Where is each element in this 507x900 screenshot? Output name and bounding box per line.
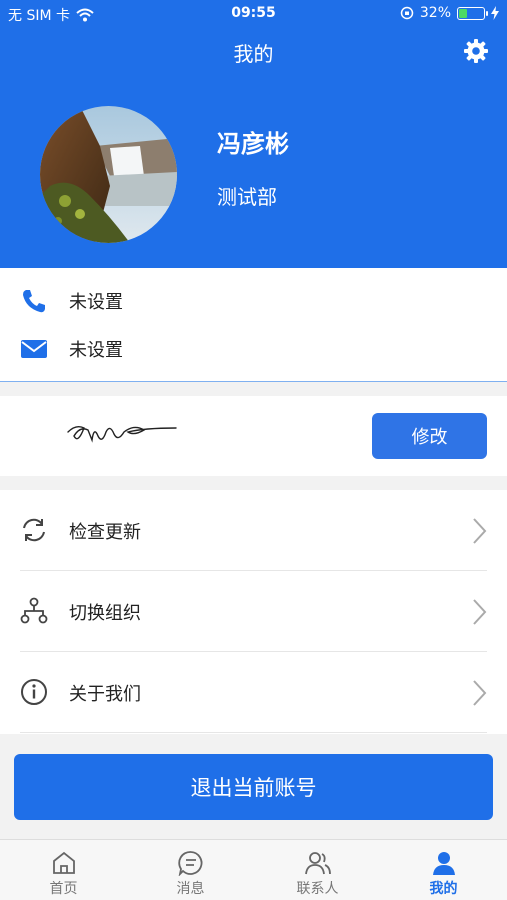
menu-item-about[interactable]: 关于我们	[0, 652, 507, 733]
page-title: 我的	[233, 42, 274, 66]
phone-icon	[23, 290, 45, 313]
status-bar: 无 SIM 卡 09:55 32%	[0, 0, 507, 28]
contacts-icon	[304, 852, 331, 875]
user-department: 测试部	[217, 185, 277, 209]
signature-panel: 修改	[0, 396, 507, 476]
tab-label: 我的	[429, 881, 458, 897]
menu-item-label: 关于我们	[69, 684, 141, 705]
phone-value: 未设置	[69, 292, 123, 313]
menu-item-check-update[interactable]: 检查更新	[0, 490, 507, 571]
user-name: 冯彦彬	[217, 130, 289, 158]
tab-contacts[interactable]: 联系人	[254, 840, 381, 900]
chevron-right-icon	[473, 518, 487, 544]
edit-signature-button[interactable]: 修改	[372, 413, 487, 459]
gear-icon[interactable]	[463, 38, 489, 64]
menu-item-label: 切换组织	[69, 603, 141, 624]
info-icon	[21, 679, 47, 705]
battery-icon	[457, 6, 488, 20]
tab-label: 消息	[176, 881, 205, 897]
tab-label: 联系人	[296, 881, 339, 897]
contact-info: 未设置 未设置	[0, 268, 507, 382]
charging-icon	[491, 6, 499, 20]
tab-label: 首页	[49, 881, 78, 897]
refresh-icon	[23, 518, 45, 542]
menu-item-label: 检查更新	[69, 522, 141, 543]
tab-messages[interactable]: 消息	[127, 840, 254, 900]
menu-item-switch-org[interactable]: 切换组织	[0, 571, 507, 652]
profile-header: 无 SIM 卡 09:55 32% 我的 冯彦彬 测试部	[0, 0, 507, 268]
signature-image	[67, 425, 177, 443]
email-row[interactable]: 未设置	[0, 329, 507, 369]
tab-bar: 首页 消息 联系人 我的	[0, 839, 507, 900]
profile-icon	[432, 852, 455, 875]
settings-menu: 检查更新 切换组织 关于我们	[0, 490, 507, 734]
avatar[interactable]	[40, 106, 177, 243]
email-value: 未设置	[69, 340, 123, 361]
tab-home[interactable]: 首页	[0, 840, 127, 900]
logout-button[interactable]: 退出当前账号	[14, 754, 493, 820]
phone-row[interactable]: 未设置	[0, 281, 507, 321]
home-icon	[52, 851, 75, 874]
chevron-right-icon	[473, 680, 487, 706]
tab-profile[interactable]: 我的	[380, 840, 507, 900]
message-icon	[177, 851, 202, 876]
orientation-lock-icon	[400, 6, 414, 20]
org-switch-icon	[20, 597, 48, 624]
email-icon	[21, 340, 47, 358]
battery-percent: 32%	[419, 5, 451, 21]
chevron-right-icon	[473, 599, 487, 625]
